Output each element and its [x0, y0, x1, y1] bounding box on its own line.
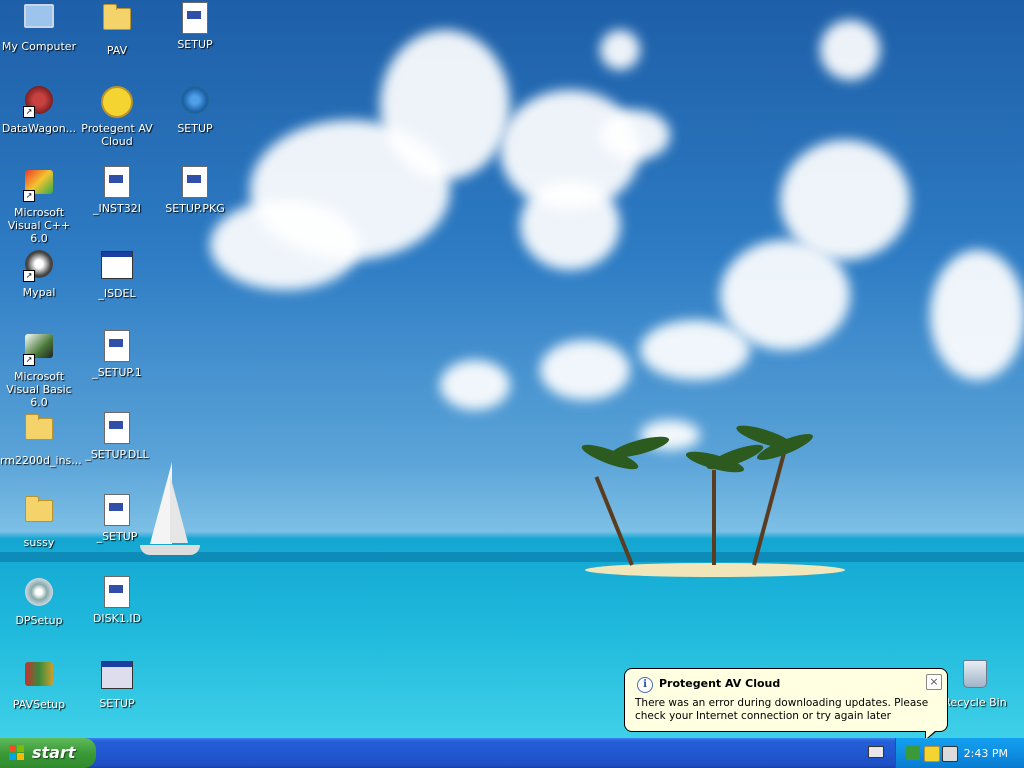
- protegent-icon: [101, 86, 133, 118]
- folder-icon: [25, 496, 53, 522]
- setup-globe-icon: [181, 86, 209, 114]
- desktop-icon-setup-2nd[interactable]: SETUP: [156, 84, 234, 135]
- file-icon: [104, 576, 130, 608]
- file-icon: [182, 166, 208, 198]
- tray-app-icon[interactable]: [906, 746, 920, 760]
- folder-icon: [103, 4, 131, 30]
- desktop-icon-isdel[interactable]: _ISDEL: [78, 248, 156, 300]
- protegent-tray-icon[interactable]: [924, 746, 940, 762]
- shortcut-arrow-icon: ↗: [23, 270, 35, 282]
- windows-flag-icon: [9, 745, 25, 761]
- dll-file-icon: [104, 412, 130, 444]
- desktop-icon-sussy[interactable]: sussy: [0, 494, 78, 549]
- desktop-icon-datawagon[interactable]: ↗ DataWagon...: [0, 84, 78, 135]
- recycle-bin-icon: [963, 660, 987, 688]
- close-button[interactable]: ×: [926, 674, 942, 690]
- desktop-icon-protegent-av-cloud[interactable]: Protegent AV Cloud: [78, 84, 156, 148]
- start-button[interactable]: start: [0, 738, 96, 768]
- start-label: start: [32, 743, 76, 762]
- network-icon[interactable]: [942, 746, 958, 762]
- island: [585, 563, 845, 577]
- desktop-icon-mypal[interactable]: ↗ Mypal: [0, 248, 78, 299]
- shortcut-arrow-icon: ↗: [23, 354, 35, 366]
- desktop-icon-rm2200d[interactable]: rm2200d_ins...: [0, 412, 82, 467]
- shortcut-arrow-icon: ↗: [23, 106, 35, 118]
- file-icon: [104, 494, 130, 526]
- desktop-icon-setup-1st[interactable]: SETUP: [156, 2, 234, 51]
- installer-box-icon: [25, 662, 53, 686]
- desktop-icon-pavsetup[interactable]: PAVSetup: [0, 658, 78, 711]
- cd-setup-icon: [25, 578, 53, 606]
- desktop-icon-setup-underscore[interactable]: _SETUP: [78, 494, 156, 543]
- zip-folder-icon: [25, 414, 53, 440]
- shortcut-arrow-icon: ↗: [23, 190, 35, 202]
- desktop-icon-inst32i[interactable]: _INST32I: [78, 166, 156, 215]
- desktop-icon-dpsetup[interactable]: DPSetup: [0, 576, 78, 627]
- taskbar: start 2:43 PM: [0, 738, 1024, 768]
- file-icon: [104, 330, 130, 362]
- file-icon: [104, 166, 130, 198]
- desktop-icon-pav[interactable]: PAV: [78, 2, 156, 57]
- computer-icon: [24, 4, 54, 28]
- system-tray: 2:43 PM: [895, 738, 1024, 768]
- desktop-icon-my-computer[interactable]: My Computer: [0, 2, 78, 53]
- desktop-icon-disk1-id[interactable]: DISK1.ID: [78, 576, 156, 625]
- application-icon: [101, 251, 133, 279]
- setup-file-icon: [182, 2, 208, 34]
- desktop-icon-setup-1[interactable]: _SETUP.1: [78, 330, 156, 379]
- notification-balloon[interactable]: i Protegent AV Cloud × There was an erro…: [624, 668, 948, 741]
- info-icon: i: [637, 677, 653, 693]
- desktop-icon-visual-cpp[interactable]: ↗ Microsoft Visual C++ 6.0: [0, 166, 78, 245]
- setup-computer-icon: [101, 661, 133, 689]
- balloon-title: Protegent AV Cloud: [659, 677, 781, 690]
- keyboard-icon[interactable]: [868, 746, 884, 758]
- balloon-message: There was an error during downloading up…: [635, 697, 929, 722]
- desktop-icon-setup-dll[interactable]: _SETUP.DLL: [78, 412, 156, 461]
- desktop-icon-setup-exe-2[interactable]: SETUP: [78, 658, 156, 710]
- desktop-icon-visual-basic[interactable]: ↗ Microsoft Visual Basic 6.0: [0, 330, 78, 409]
- desktop-icon-setup-pkg[interactable]: SETUP.PKG: [156, 166, 234, 215]
- clock[interactable]: 2:43 PM: [964, 747, 1008, 760]
